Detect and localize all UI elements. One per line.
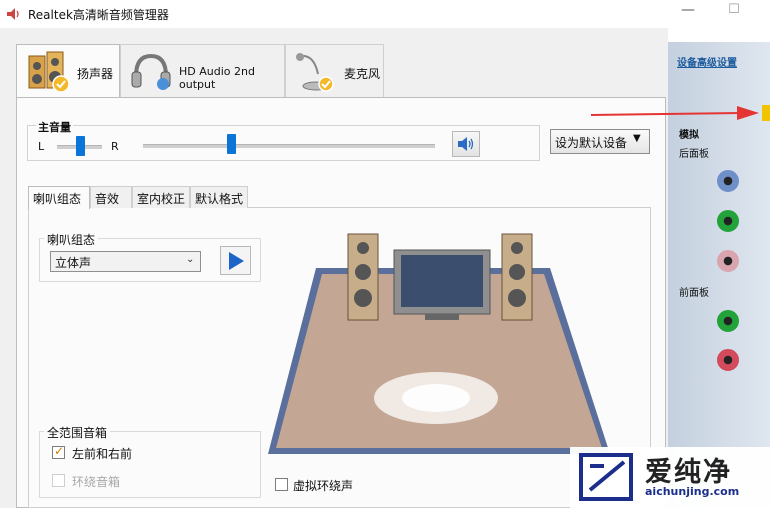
- tab-room-correction[interactable]: 室内校正: [132, 186, 190, 208]
- rear-panel-label: 后面板: [679, 149, 709, 160]
- check-icon: ✓: [54, 444, 65, 458]
- front-jack-green[interactable]: [717, 310, 739, 332]
- main-volume-label: 主音量: [36, 119, 73, 135]
- rear-jack-pink[interactable]: [717, 250, 739, 272]
- headphones-icon: [131, 53, 171, 90]
- full-range-label: 全范围音箱: [44, 424, 111, 441]
- red-arrow-icon: [591, 105, 770, 121]
- left-speaker-icon: [347, 233, 379, 321]
- front-panel-label: 前面板: [679, 288, 709, 299]
- volume-icon: [458, 137, 474, 151]
- tab-speakers[interactable]: 扬声器: [16, 44, 120, 99]
- tab-hd-audio-2nd-output[interactable]: HD Audio 2nd output: [120, 44, 285, 98]
- tab-sound-effects[interactable]: 音效: [90, 186, 132, 208]
- mute-button[interactable]: [452, 131, 480, 157]
- tab-hd-audio-label: HD Audio 2nd output: [179, 65, 255, 91]
- window-title: Realtek高清晰音频管理器: [28, 8, 169, 22]
- rear-jack-green[interactable]: [717, 210, 739, 232]
- front-lr-label: 左前和右前: [72, 447, 133, 461]
- minimize-button[interactable]: —: [678, 2, 698, 22]
- tab-speakers-label: 扬声器: [77, 67, 114, 81]
- tab-microphone[interactable]: 麦克风: [285, 44, 384, 98]
- surround-checkbox[interactable]: [52, 474, 65, 487]
- balance-right-label: R: [111, 140, 119, 153]
- set-default-device-label: 设为默认设备: [555, 136, 628, 150]
- maximize-button[interactable]: ☐: [724, 2, 744, 22]
- balance-slider-thumb[interactable]: [75, 136, 85, 156]
- balance-left-label: L: [38, 140, 45, 153]
- front-lr-checkbox[interactable]: ✓: [52, 444, 65, 459]
- tv-icon: [393, 249, 491, 320]
- right-speaker-icon: [501, 233, 533, 321]
- watermark-text: 爱纯净: [645, 457, 732, 488]
- speaker-icon: [28, 51, 70, 93]
- tab-speaker-configuration[interactable]: 喇叭组态: [28, 186, 90, 209]
- play-test-button[interactable]: [220, 246, 251, 275]
- microphone-icon: [296, 53, 334, 92]
- watermark-logo-icon: [579, 453, 633, 501]
- tab-microphone-label: 麦克风: [344, 67, 381, 81]
- volume-slider-track: [143, 144, 435, 148]
- watermark-url: aichunjing.com: [645, 485, 740, 498]
- chevron-down-icon[interactable]: ▼: [633, 133, 641, 144]
- speaker-config-label: 喇叭组态: [44, 231, 99, 248]
- front-jack-pink[interactable]: [717, 349, 739, 371]
- analog-label: 模拟: [679, 130, 699, 141]
- rear-jack-blue[interactable]: [717, 170, 739, 192]
- speaker-volume-icon: [7, 8, 19, 20]
- virtual-surround-label: 虚拟环绕声: [293, 479, 354, 493]
- virtual-surround-checkbox[interactable]: [275, 478, 288, 491]
- chevron-down-icon: ⌄: [186, 254, 195, 265]
- surround-label: 环绕音箱: [72, 475, 121, 489]
- speaker-config-value: 立体声: [55, 256, 92, 270]
- advanced-settings-link[interactable]: 设备高级设置: [677, 54, 737, 69]
- tab-default-format[interactable]: 默认格式: [190, 186, 248, 208]
- play-icon: [229, 252, 244, 270]
- volume-slider-thumb[interactable]: [226, 134, 236, 154]
